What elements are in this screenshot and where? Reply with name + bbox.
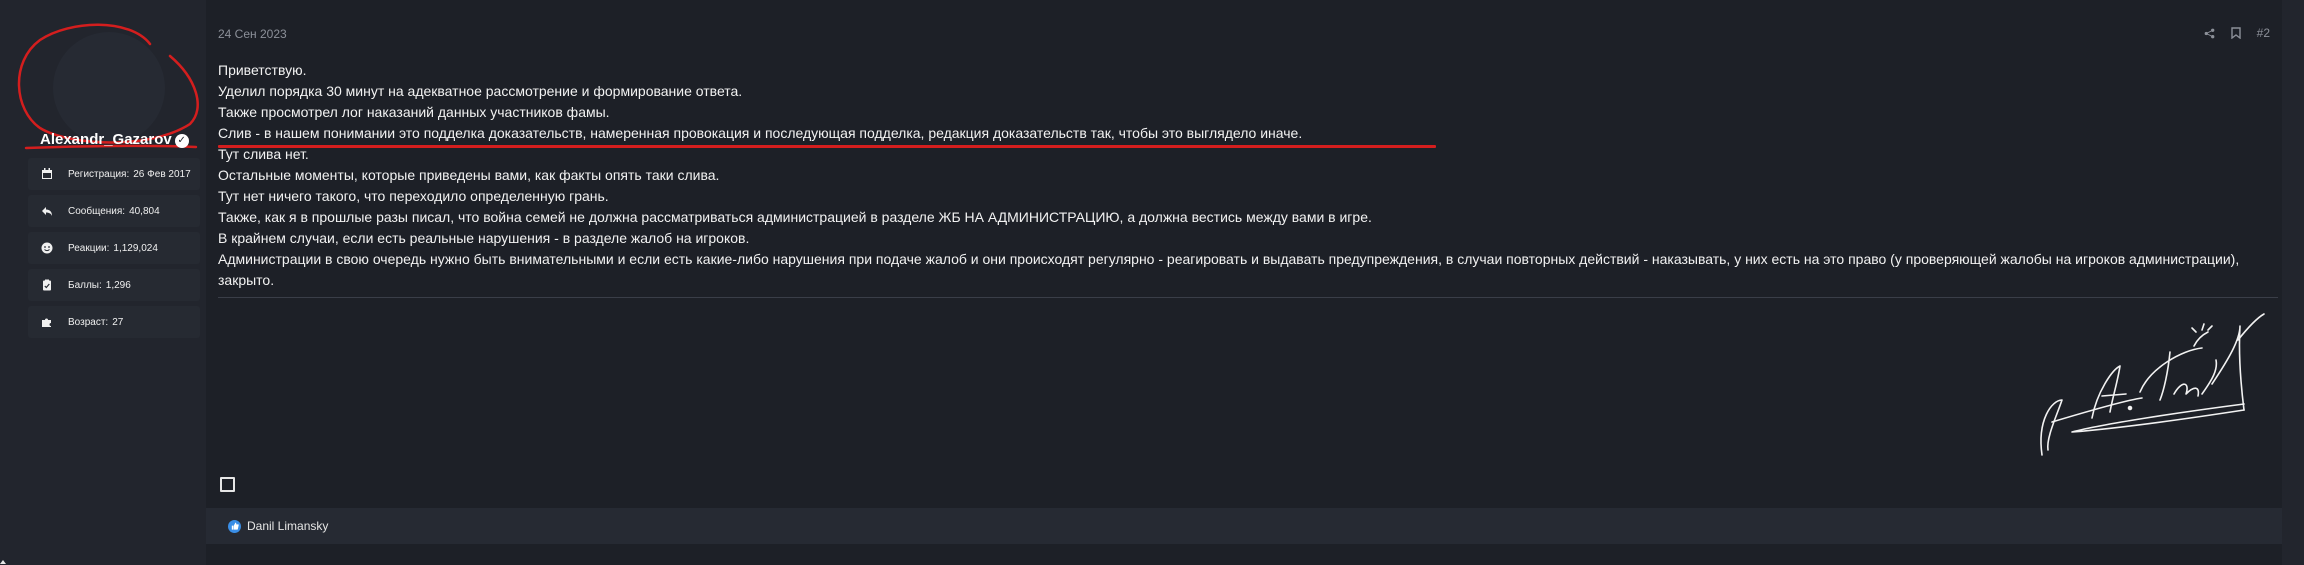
- post-line: Администрации в свою очередь нужно быть …: [218, 251, 2240, 288]
- stat-value: 1,129,024: [113, 242, 158, 254]
- stat-value: 27: [112, 316, 124, 328]
- post-content: 24 Сен 2023 #2 Приветствую. Уделил поряд…: [206, 0, 2282, 565]
- post-actions: #2: [2204, 26, 2270, 40]
- corner-arrow-icon: [0, 560, 6, 564]
- avatar[interactable]: [53, 32, 165, 144]
- stat-age: Возраст: 27: [28, 306, 200, 338]
- clipboard-icon: [40, 278, 54, 292]
- post-line: Тут нет ничего такого, что переходило оп…: [218, 188, 609, 204]
- stat-label: Возраст:: [68, 316, 109, 328]
- puzzle-icon: [40, 315, 54, 329]
- post-line: Уделил порядка 30 минут на адекватное ра…: [218, 83, 743, 99]
- user-stats: Регистрация: 26 Фев 2017 Сообщения: 40,8…: [28, 158, 200, 343]
- stat-label: Баллы:: [68, 279, 102, 291]
- red-annotation-underline: [218, 145, 1436, 148]
- forum-post: Alexandr_Gazarov ✓ Регистрация: 26 Фев 20…: [0, 0, 2304, 565]
- user-sidebar: Alexandr_Gazarov ✓ Регистрация: 26 Фев 20…: [0, 0, 206, 565]
- select-checkbox[interactable]: [220, 477, 235, 492]
- stat-label: Регистрация:: [68, 168, 130, 180]
- username-text[interactable]: Alexandr_Gazarov: [40, 131, 172, 148]
- post-line: Также, как я в прошлые разы писал, что в…: [218, 209, 1372, 225]
- bookmark-icon[interactable]: [2230, 27, 2241, 39]
- stat-label: Сообщения:: [68, 205, 126, 217]
- post-number[interactable]: #2: [2257, 26, 2270, 40]
- stat-reactions: Реакции: 1,129,024: [28, 232, 200, 264]
- post-line: Приветствую.: [218, 62, 307, 78]
- stat-value: 40,804: [129, 205, 160, 217]
- stat-label: Реакции:: [68, 242, 110, 254]
- stat-messages: Сообщения: 40,804: [28, 195, 200, 227]
- stat-value: 1,296: [105, 279, 131, 291]
- thumbs-up-icon: [228, 519, 241, 533]
- reaction-users[interactable]: Danil Limansky: [247, 519, 328, 533]
- post-line: Также просмотрел лог наказаний данных уч…: [218, 104, 610, 120]
- smile-icon: [40, 241, 54, 255]
- post-line: В крайнем случаи, если есть реальные нар…: [218, 230, 750, 246]
- stat-value: 26 Фев 2017: [133, 168, 191, 180]
- verified-check-icon: ✓: [174, 134, 189, 148]
- share-icon[interactable]: [2204, 28, 2215, 39]
- signature-image: [2040, 313, 2265, 456]
- post-body: Приветствую. Уделил порядка 30 минут на …: [218, 60, 2258, 291]
- reply-icon: [40, 204, 54, 218]
- username[interactable]: Alexandr_Gazarov ✓: [40, 131, 189, 148]
- post-date[interactable]: 24 Сен 2023: [218, 27, 287, 41]
- reactions-bar[interactable]: Danil Limansky: [206, 508, 2282, 544]
- stat-points: Баллы: 1,296: [28, 269, 200, 301]
- post-line: Слив - в нашем понимании это подделка до…: [218, 125, 1303, 141]
- stat-registration: Регистрация: 26 Фев 2017: [28, 158, 200, 190]
- calendar-icon: [40, 167, 54, 181]
- post-line: Остальные моменты, которые приведены вам…: [218, 167, 720, 183]
- signature-divider: [218, 297, 2278, 298]
